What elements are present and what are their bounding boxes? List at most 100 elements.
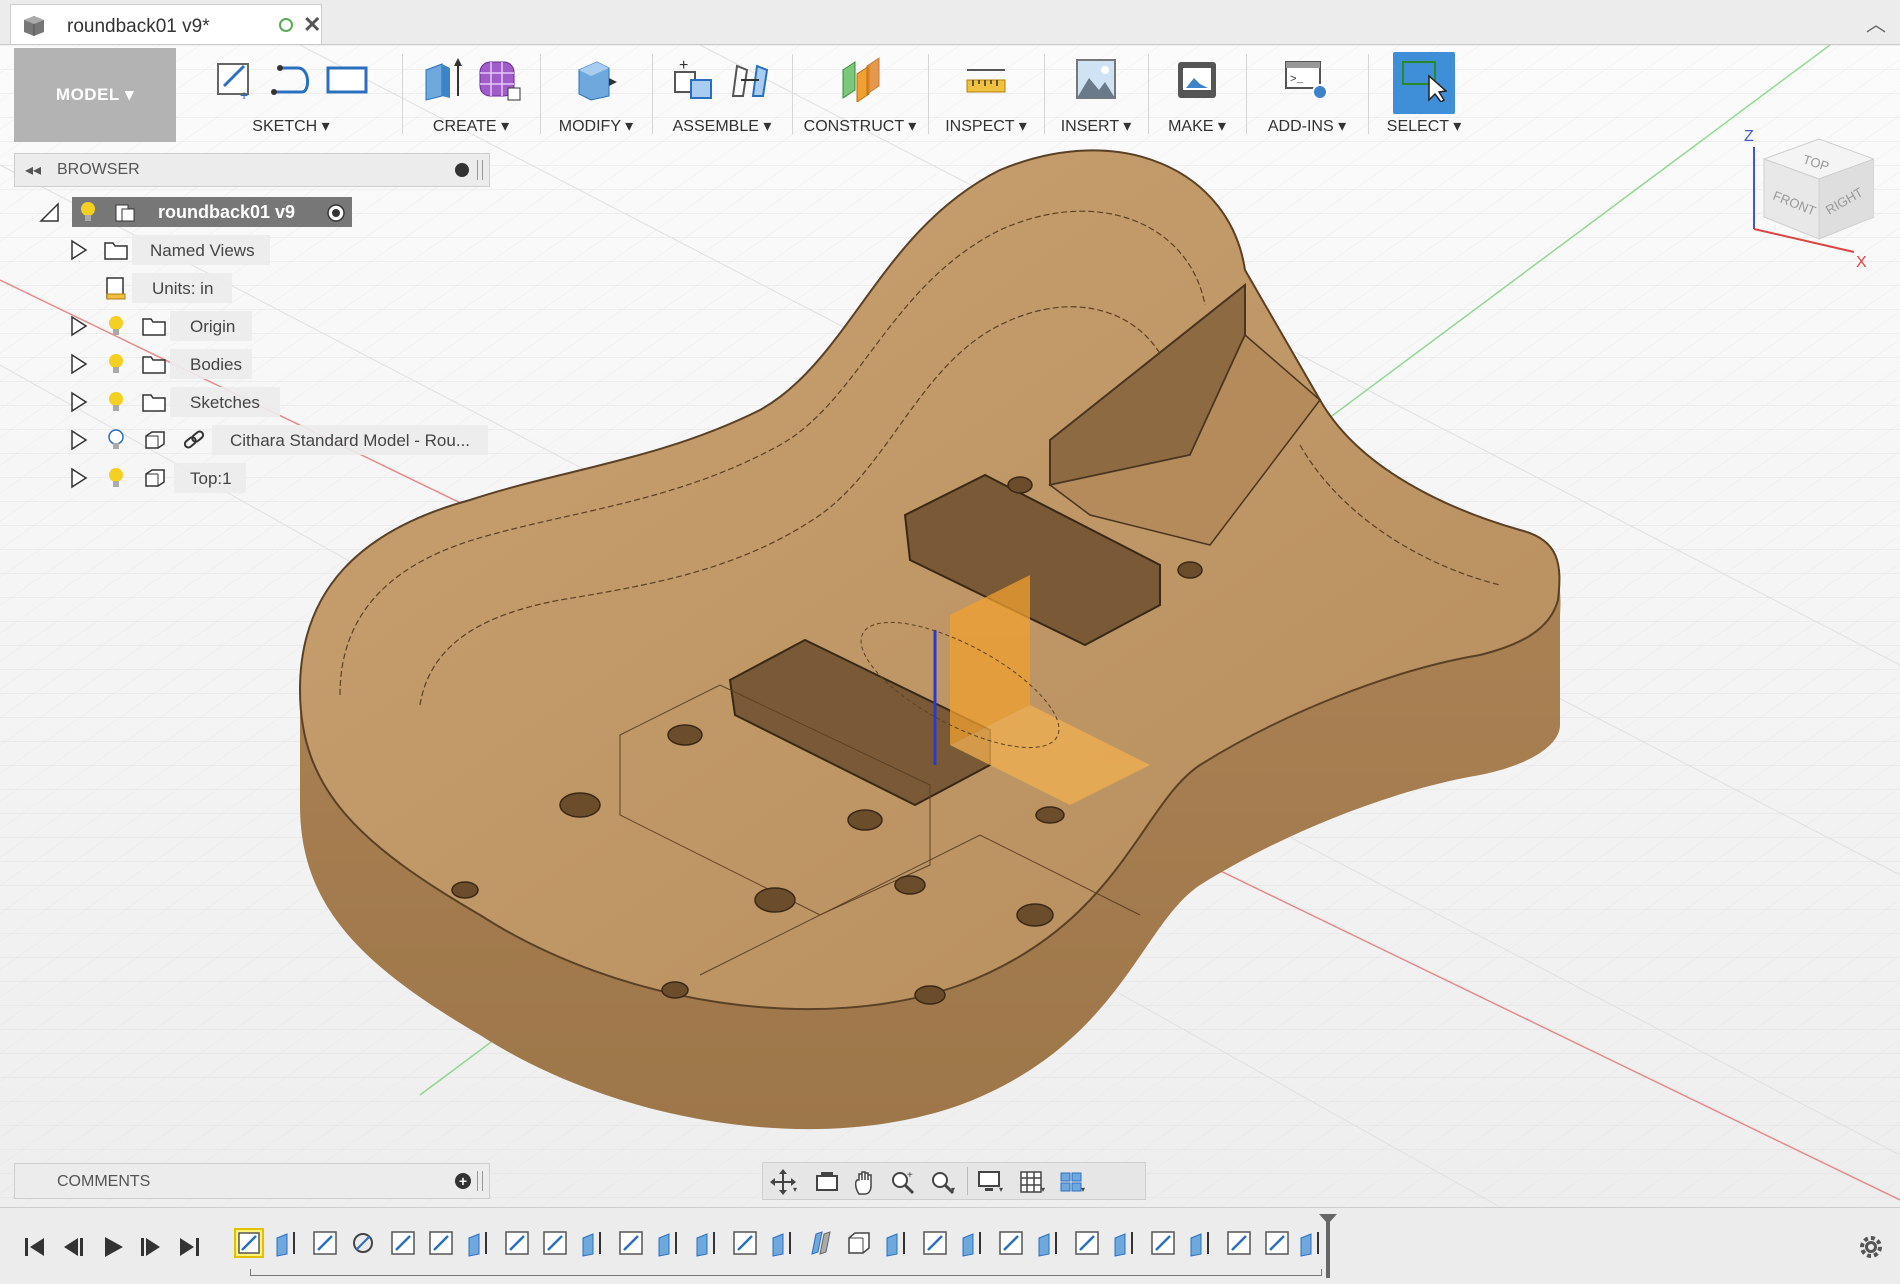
step-back-icon[interactable] [60, 1234, 86, 1260]
timeline-box-icon[interactable] [844, 1228, 874, 1258]
expand-triangle-icon[interactable] [70, 353, 88, 375]
timeline-sketch-icon[interactable] [310, 1228, 340, 1258]
visibility-bulb-icon[interactable] [78, 201, 98, 223]
document-tab[interactable]: roundback01 v9* ✕ [10, 4, 322, 44]
timeline-sketch-icon[interactable] [996, 1228, 1026, 1258]
panel-grip-icon[interactable] [477, 160, 483, 180]
construct-group[interactable]: CONSTRUCT ▾ [798, 48, 922, 142]
timeline-marker[interactable] [1319, 1214, 1337, 1278]
timeline-sketch-icon[interactable] [1072, 1228, 1102, 1258]
orbit-move-icon[interactable]: ▾ [769, 1168, 797, 1196]
timeline-extrude-icon[interactable] [958, 1228, 988, 1258]
timeline-sketch-icon[interactable] [920, 1228, 950, 1258]
go-to-end-icon[interactable] [176, 1234, 202, 1260]
timeline-extrude-icon[interactable] [464, 1228, 494, 1258]
extrude-icon[interactable] [420, 56, 466, 102]
timeline-extrude-icon[interactable] [1110, 1228, 1140, 1258]
tree-item-linked-component[interactable]: Cithara Standard Model - Rou... [70, 425, 490, 455]
visibility-bulb-icon[interactable] [106, 315, 126, 337]
expand-triangle-icon[interactable] [70, 429, 88, 451]
timeline-sketch-icon[interactable] [540, 1228, 570, 1258]
expanded-triangle-icon[interactable] [38, 201, 60, 223]
create-group[interactable]: CREATE ▾ [408, 48, 534, 142]
tree-item-sketches[interactable]: Sketches [70, 387, 350, 417]
expand-triangle-icon[interactable] [70, 239, 88, 261]
sketch-group[interactable]: + SKETCH ▾ [186, 48, 396, 142]
press-pull-icon[interactable] [573, 56, 619, 102]
insert-group[interactable]: INSERT ▾ [1050, 48, 1142, 142]
timeline-sketch-icon-selected[interactable] [234, 1228, 264, 1258]
timeline-sketch-icon[interactable] [616, 1228, 646, 1258]
timeline-extrude-icon[interactable] [654, 1228, 684, 1258]
tree-item-named-views[interactable]: Named Views [70, 235, 350, 265]
make-group[interactable]: MAKE ▾ [1154, 48, 1240, 142]
inspect-group[interactable]: INSPECT ▾ [934, 48, 1038, 142]
workspace-switcher-button[interactable]: MODEL ▾ [14, 48, 176, 142]
collapse-browser-icon[interactable]: ◂◂ [25, 160, 41, 180]
select-group[interactable]: SELECT ▾ [1374, 48, 1474, 142]
form-icon[interactable] [476, 56, 522, 102]
view-cube[interactable]: TOP FRONT RIGHT Z X [1724, 117, 1874, 277]
timeline-sketch-icon[interactable] [426, 1228, 456, 1258]
timeline-extrude-icon[interactable] [692, 1228, 722, 1258]
timeline-split-icon[interactable] [806, 1228, 836, 1258]
timeline-sketch-icon[interactable] [1224, 1228, 1254, 1258]
offset-plane-icon[interactable] [837, 56, 883, 102]
tree-item-top1[interactable]: Top:1 [70, 463, 350, 493]
step-forward-icon[interactable] [138, 1234, 164, 1260]
timeline-sketch-icon[interactable] [1148, 1228, 1178, 1258]
comments-panel-header[interactable]: COMMENTS + [14, 1163, 490, 1199]
browser-minimize-icon[interactable] [455, 163, 469, 177]
expand-triangle-icon[interactable] [70, 467, 88, 489]
pan-hand-icon[interactable] [851, 1168, 879, 1196]
rectangle-tool-icon[interactable] [324, 56, 370, 102]
assemble-group[interactable]: + ASSEMBLE ▾ [658, 48, 786, 142]
collapse-ribbon-icon[interactable]: ︿ [1866, 8, 1886, 37]
close-tab-icon[interactable]: ✕ [303, 12, 321, 38]
expand-triangle-icon[interactable] [70, 315, 88, 337]
timeline-extrude-icon[interactable] [1296, 1228, 1326, 1258]
joint-icon[interactable] [727, 56, 773, 102]
tree-item-units[interactable]: Units: in [70, 273, 350, 303]
timeline-extrude-icon[interactable] [1034, 1228, 1064, 1258]
go-to-start-icon[interactable] [22, 1234, 48, 1260]
visibility-bulb-icon[interactable] [106, 391, 126, 413]
expand-triangle-icon[interactable] [70, 391, 88, 413]
tree-root-row[interactable]: roundback01 v9 [38, 197, 358, 227]
display-settings-icon[interactable]: ▾ [977, 1168, 1005, 1196]
add-ins-group[interactable]: >_ ADD-INS ▾ [1252, 48, 1362, 142]
visibility-bulb-icon[interactable] [106, 467, 126, 489]
insert-image-icon[interactable] [1073, 56, 1119, 102]
line-tool-icon[interactable] [268, 56, 314, 102]
timeline-sketch-icon[interactable] [1262, 1228, 1292, 1258]
timeline-sketch-icon[interactable] [388, 1228, 418, 1258]
scripts-addins-icon[interactable]: >_ [1284, 56, 1330, 102]
timeline-sketch-icon[interactable] [502, 1228, 532, 1258]
timeline-fillet-icon[interactable] [348, 1228, 378, 1258]
tree-item-bodies[interactable]: Bodies [70, 349, 350, 379]
timeline-extrude-icon[interactable] [578, 1228, 608, 1258]
timeline-extrude-icon[interactable] [882, 1228, 912, 1258]
visibility-bulb-icon[interactable] [106, 353, 126, 375]
measure-icon[interactable] [963, 56, 1009, 102]
tree-item-origin[interactable]: Origin [70, 311, 350, 341]
look-at-icon[interactable] [813, 1168, 841, 1196]
select-icon[interactable] [1401, 56, 1447, 102]
new-component-icon[interactable]: + [671, 56, 717, 102]
create-sketch-icon[interactable]: + [212, 56, 258, 102]
zoom-icon[interactable]: + [889, 1168, 917, 1196]
browser-panel-header[interactable]: ◂◂ BROWSER [14, 153, 490, 187]
grid-settings-icon[interactable]: ▾ [1019, 1168, 1047, 1196]
visibility-bulb-off-icon[interactable] [106, 429, 126, 451]
activate-radio-icon[interactable] [326, 203, 346, 223]
zoom-window-icon[interactable]: ▾ [929, 1168, 957, 1196]
viewports-icon[interactable]: ▾ [1059, 1168, 1087, 1196]
panel-grip-icon[interactable] [477, 1171, 483, 1191]
timeline-extrude-icon[interactable] [768, 1228, 798, 1258]
timeline-settings-gear-icon[interactable] [1856, 1232, 1886, 1262]
modify-group[interactable]: MODIFY ▾ [546, 48, 646, 142]
play-icon[interactable] [100, 1234, 126, 1260]
3d-print-icon[interactable] [1174, 56, 1220, 102]
timeline-extrude-icon[interactable] [1186, 1228, 1216, 1258]
timeline-sketch-icon[interactable] [730, 1228, 760, 1258]
